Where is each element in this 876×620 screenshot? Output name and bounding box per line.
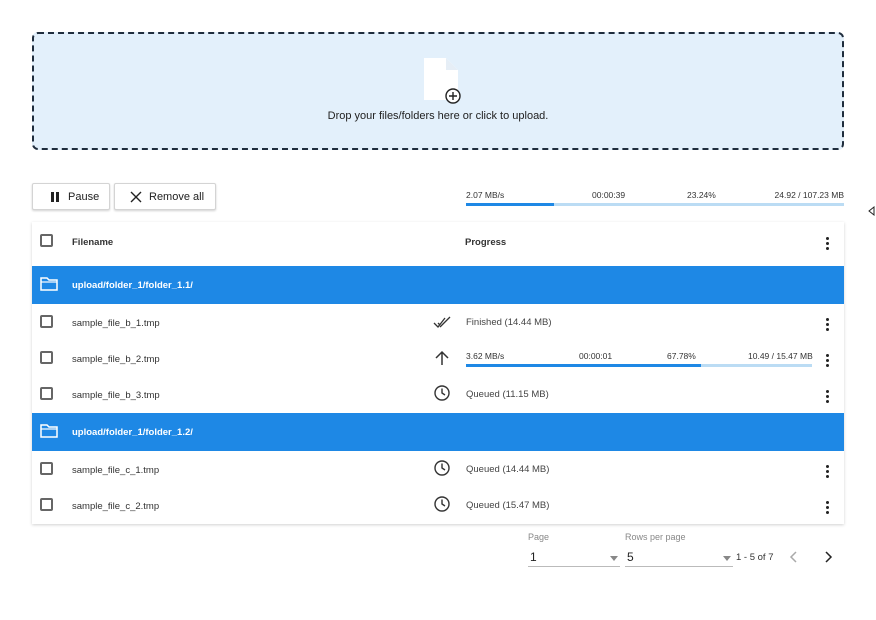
folder-label: upload/folder_1/folder_1.1/: [72, 280, 193, 291]
row-checkbox[interactable]: [40, 351, 53, 364]
file-name: sample_file_c_1.tmp: [72, 465, 160, 476]
table-row: sample_file_b_1.tmp Finished (14.44 MB): [32, 304, 844, 340]
done-all-icon: [433, 316, 451, 328]
close-icon: [130, 191, 142, 202]
rows-per-page-value: 5: [627, 550, 634, 564]
arrow-up-icon: [435, 350, 449, 365]
row-more-icon[interactable]: [822, 390, 832, 404]
folder-icon: [40, 424, 58, 438]
row-checkbox[interactable]: [40, 462, 53, 475]
table-row: sample_file_c_1.tmp Queued (14.44 MB): [32, 451, 844, 487]
upload-dropzone[interactable]: Drop your files/folders here or click to…: [32, 32, 844, 150]
row-more-icon[interactable]: [822, 465, 832, 479]
resize-handle-icon[interactable]: [866, 205, 876, 217]
overall-size: 24.92 / 107.23 MB: [774, 190, 844, 200]
file-name: sample_file_c_2.tmp: [72, 501, 160, 512]
rows-per-page-label: Rows per page: [625, 532, 686, 542]
chevron-left-icon[interactable]: [788, 550, 800, 564]
file-name: sample_file_b_1.tmp: [72, 318, 160, 329]
overall-speed: 2.07 MB/s: [466, 190, 505, 200]
folder-row[interactable]: upload/folder_1/folder_1.1/: [32, 266, 844, 304]
row-checkbox[interactable]: [40, 498, 53, 511]
table-row: sample_file_b_3.tmp Queued (11.15 MB): [32, 376, 844, 412]
page-select[interactable]: 1: [528, 548, 620, 567]
folder-row[interactable]: upload/folder_1/folder_1.2/: [32, 413, 844, 451]
table-row: sample_file_b_2.tmp 3.62 MB/s 00:00:01 6…: [32, 340, 844, 376]
clock-icon: [434, 460, 450, 476]
status-text: Finished (14.44 MB): [466, 317, 552, 328]
overall-progress-bar: [466, 203, 844, 206]
clock-icon: [434, 496, 450, 512]
row-more-icon[interactable]: [822, 501, 832, 515]
remove-all-label: Remove all: [149, 190, 205, 203]
overall-eta: 00:00:39: [592, 190, 626, 200]
row-checkbox[interactable]: [40, 315, 53, 328]
overall-percent: 23.24%: [687, 190, 716, 200]
pause-button[interactable]: Pause: [32, 183, 110, 210]
folder-icon: [40, 277, 58, 291]
pause-label: Pause: [68, 190, 100, 203]
select-all-checkbox[interactable]: [40, 234, 53, 247]
file-progress-fill: [466, 364, 701, 367]
table-row: sample_file_c_2.tmp Queued (15.47 MB): [32, 487, 844, 523]
folder-label: upload/folder_1/folder_1.2/: [72, 427, 193, 438]
header-more-icon[interactable]: [822, 237, 832, 251]
pause-icon: [51, 191, 59, 202]
chevron-right-icon[interactable]: [822, 550, 834, 564]
rows-per-page-select[interactable]: 5: [625, 548, 733, 567]
progress-header: Progress: [465, 237, 507, 248]
row-more-icon[interactable]: [822, 354, 832, 368]
file-speed: 3.62 MB/s: [466, 351, 505, 361]
file-add-icon: [424, 58, 461, 104]
status-text: Queued (14.44 MB): [466, 464, 550, 475]
clock-icon: [434, 385, 450, 401]
dropzone-text: Drop your files/folders here or click to…: [327, 110, 549, 122]
chevron-down-icon: [610, 556, 618, 561]
file-table: Filename Progress upload/folder_1/folder…: [32, 222, 844, 524]
status-text: Queued (11.15 MB): [466, 389, 549, 400]
remove-all-button[interactable]: Remove all: [114, 183, 216, 210]
overall-progress-fill: [466, 203, 554, 206]
pagination: Page 1 Rows per page 5 1 - 5 of 7: [528, 530, 848, 570]
file-progress-bar: [466, 364, 812, 367]
row-checkbox[interactable]: [40, 387, 53, 400]
page-value: 1: [530, 550, 537, 564]
file-size: 10.49 / 15.47 MB: [748, 351, 813, 361]
file-name: sample_file_b_2.tmp: [72, 354, 160, 365]
file-name: sample_file_b_3.tmp: [72, 390, 160, 401]
chevron-down-icon: [723, 556, 731, 561]
row-more-icon[interactable]: [822, 318, 832, 332]
status-text: Queued (15.47 MB): [466, 500, 550, 511]
page-range: 1 - 5 of 7: [736, 552, 774, 563]
table-header: Filename Progress: [32, 222, 844, 266]
file-percent: 67.78%: [667, 351, 696, 361]
file-progress: 3.62 MB/s 00:00:01 67.78% 10.49 / 15.47 …: [466, 351, 844, 367]
file-eta: 00:00:01: [579, 351, 613, 361]
filename-header: Filename: [72, 237, 114, 248]
page-label: Page: [528, 532, 550, 542]
overall-progress: 2.07 MB/s 00:00:39 23.24% 24.92 / 107.23…: [466, 190, 844, 208]
